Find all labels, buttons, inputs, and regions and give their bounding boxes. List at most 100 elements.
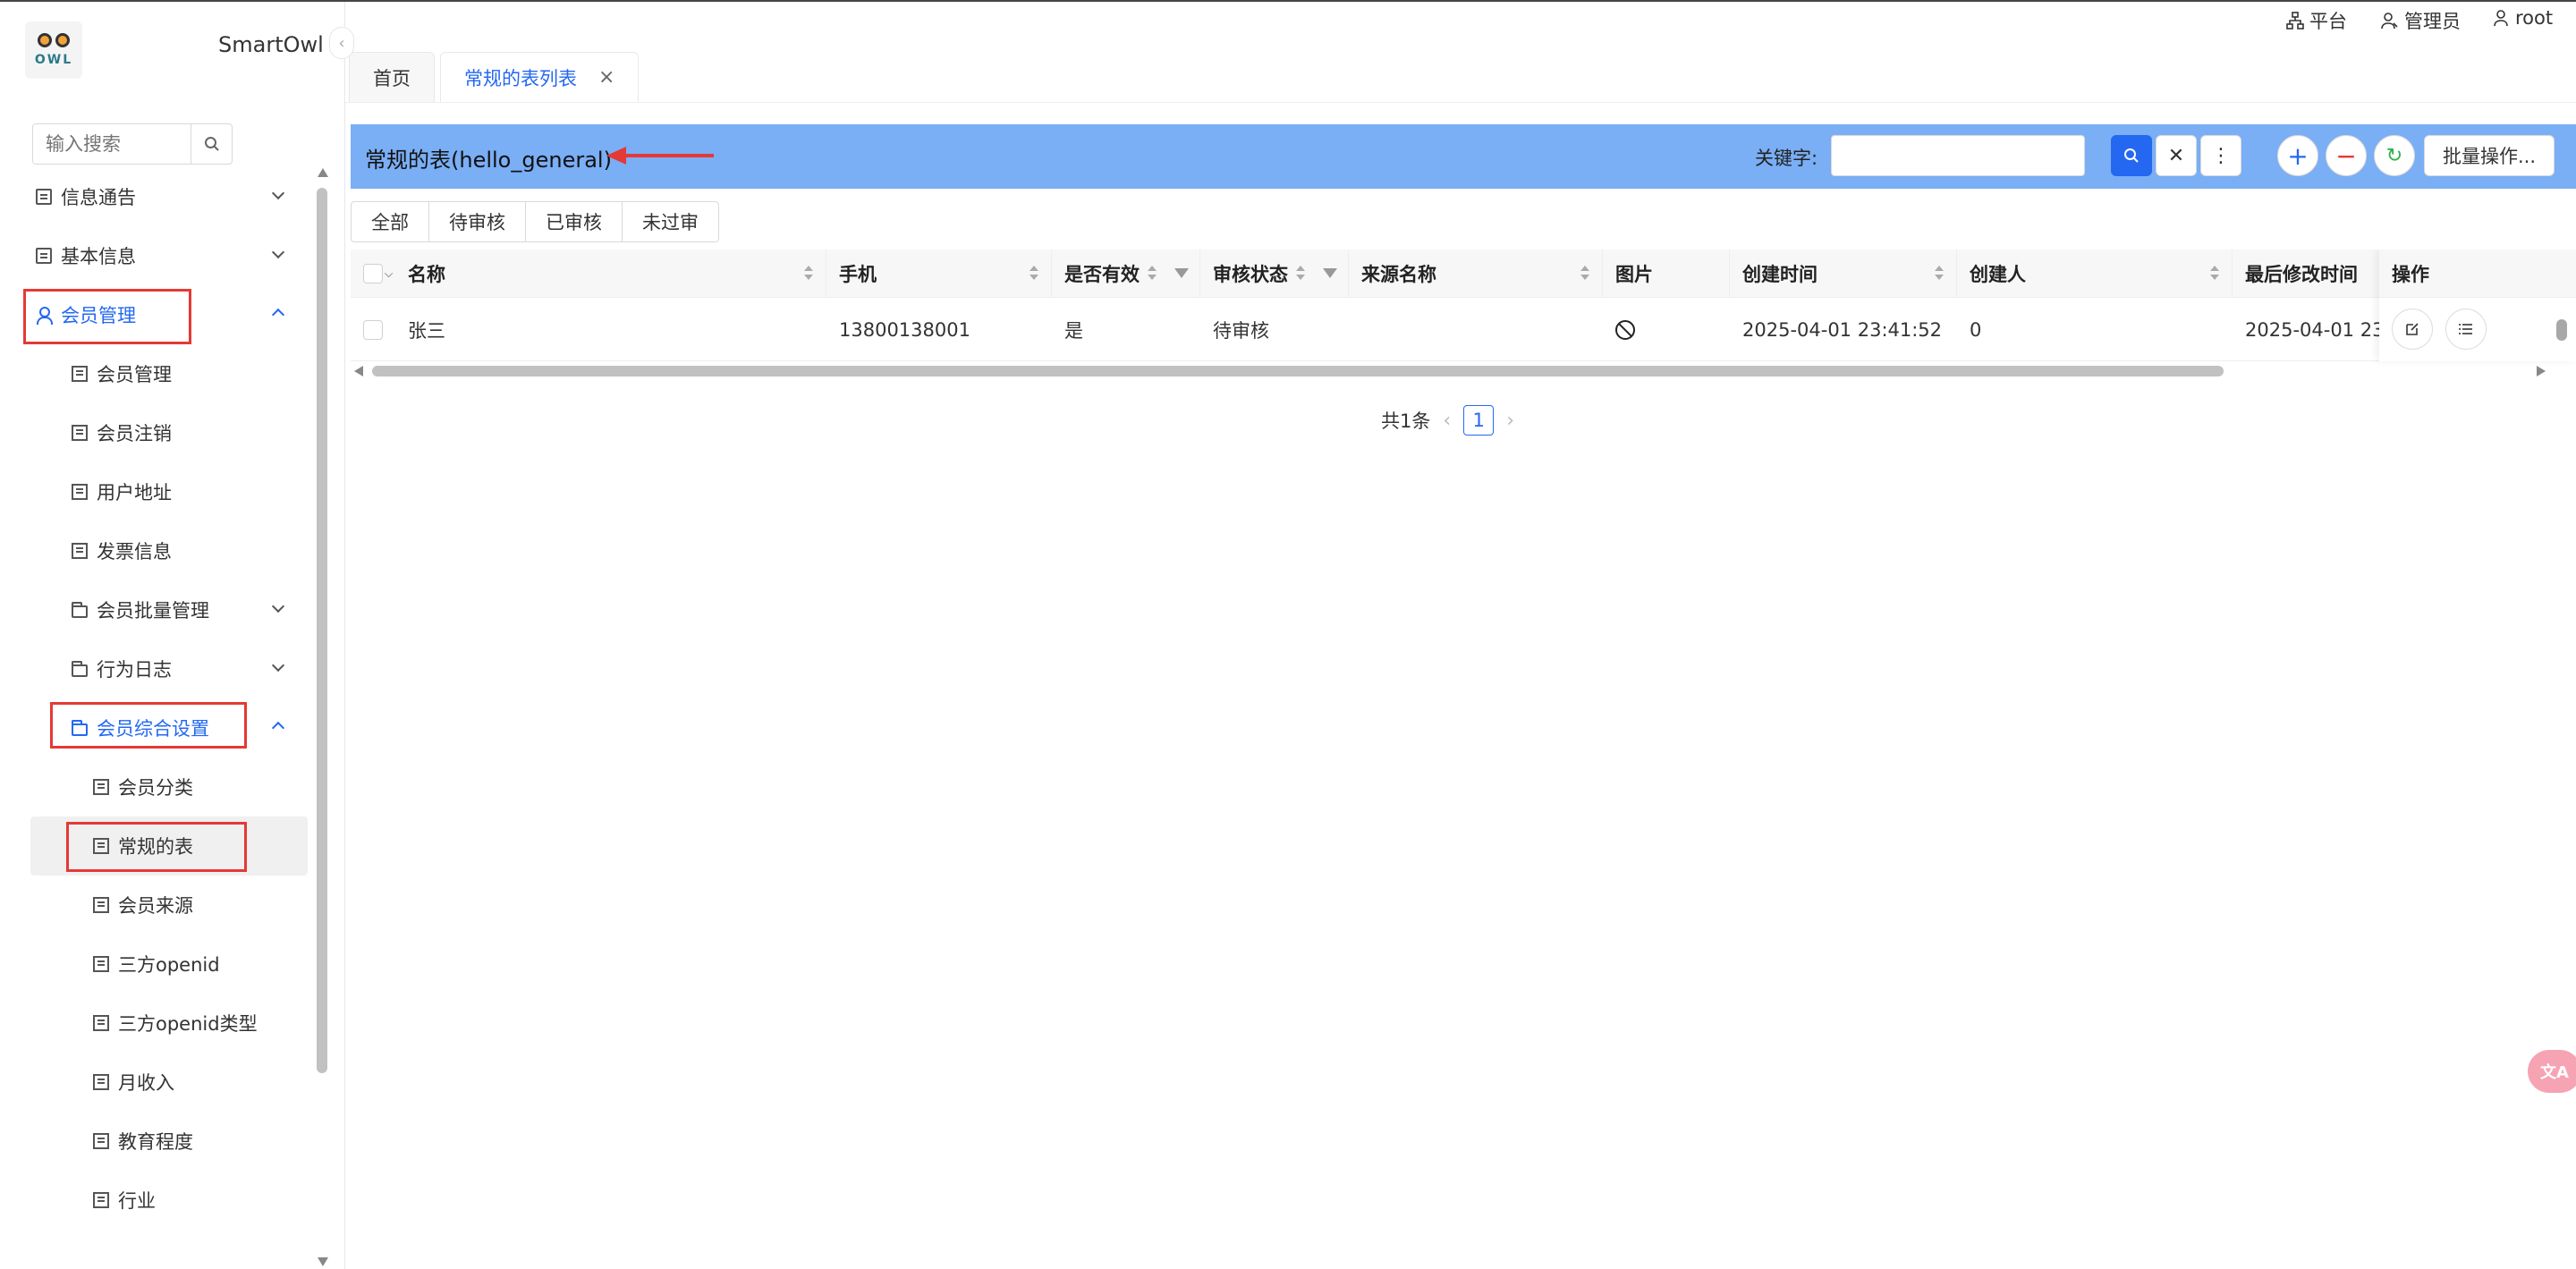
- refresh-icon: ↻: [2385, 144, 2403, 167]
- sidebar-item-label: 信息通告: [61, 187, 136, 208]
- sort-icon[interactable]: [2210, 266, 2219, 282]
- scroll-down-icon[interactable]: [318, 1257, 328, 1266]
- sidebar-item-label: 会员管理: [97, 364, 172, 385]
- sidebar-item-monthly-income[interactable]: 月收入: [0, 1053, 313, 1112]
- keyword-input[interactable]: [1831, 135, 2085, 176]
- edit-icon: [2406, 323, 2419, 335]
- filter-tab-rejected[interactable]: 未过审: [622, 201, 719, 242]
- column-header-source[interactable]: 来源名称: [1349, 250, 1603, 298]
- more-options-button[interactable]: ⋮: [2200, 135, 2241, 176]
- scrollbar-thumb[interactable]: [2556, 319, 2567, 341]
- sidebar-item-label: 教育程度: [118, 1131, 193, 1153]
- sidebar-item-education[interactable]: 教育程度: [0, 1112, 313, 1171]
- table-horizontal-scrollbar[interactable]: [351, 362, 2549, 378]
- filter-icon[interactable]: [1323, 268, 1337, 278]
- sidebar-item-member-management[interactable]: 会员管理: [0, 285, 313, 344]
- sidebar-item-member-category[interactable]: 会员分类: [0, 757, 313, 816]
- column-header-created[interactable]: 创建时间: [1730, 250, 1957, 298]
- sidebar-item-member-batch[interactable]: 会员批量管理: [0, 580, 313, 639]
- scroll-up-icon[interactable]: [318, 168, 328, 177]
- pagination: 共1条 ‹ 1 ›: [1381, 405, 1514, 436]
- list-actions-button[interactable]: [2445, 309, 2487, 350]
- highlight-box: [66, 822, 247, 872]
- close-icon[interactable]: ×: [598, 66, 614, 89]
- sort-icon[interactable]: [1935, 266, 1944, 282]
- sidebar-item-general-table[interactable]: 常规的表: [30, 816, 308, 876]
- search-button[interactable]: [2111, 135, 2152, 176]
- sidebar-item-user-address[interactable]: 用户地址: [0, 462, 313, 521]
- sidebar-item-industry[interactable]: 行业: [0, 1171, 313, 1230]
- sidebar-item-invoice[interactable]: 发票信息: [0, 521, 313, 580]
- batch-operations-button[interactable]: 批量操作...: [2424, 135, 2555, 176]
- chevron-down-icon[interactable]: ⌵: [385, 267, 393, 281]
- filter-icon[interactable]: [1174, 268, 1189, 278]
- page-number[interactable]: 1: [1463, 405, 1495, 436]
- sidebar-item-member-settings[interactable]: 会员综合设置: [0, 698, 313, 757]
- sidebar-scrollbar[interactable]: [317, 168, 328, 1268]
- refresh-button[interactable]: ↻: [2374, 135, 2415, 176]
- platform-link[interactable]: 平台: [2286, 7, 2347, 34]
- sort-icon[interactable]: [1030, 266, 1038, 282]
- sidebar-item-member-source[interactable]: 会员来源: [0, 876, 313, 935]
- user-menu[interactable]: root: [2492, 7, 2553, 29]
- clear-button[interactable]: ✕: [2156, 135, 2197, 176]
- sort-icon[interactable]: [1296, 266, 1305, 282]
- sidebar-item-member-manage[interactable]: 会员管理: [0, 344, 313, 403]
- column-header-status[interactable]: 审核状态: [1200, 250, 1349, 298]
- sidebar-item-openid-type[interactable]: 三方openid类型: [0, 994, 313, 1053]
- select-all-checkbox[interactable]: [363, 264, 383, 283]
- user-icon: [2494, 10, 2508, 27]
- page-icon: [72, 366, 88, 382]
- table-row[interactable]: 张三 13800138001 是 待审核 2025-04-01 23:41:52…: [351, 299, 2576, 361]
- table-vertical-scrollbar[interactable]: [2555, 301, 2569, 360]
- scrollbar-thumb[interactable]: [372, 366, 2224, 376]
- tab-general-table-list[interactable]: 常规的表列表 ×: [440, 52, 640, 102]
- column-header-valid[interactable]: 是否有效: [1052, 250, 1200, 298]
- sidebar-item-behavior-log[interactable]: 行为日志: [0, 639, 313, 698]
- sidebar-search-input[interactable]: [33, 124, 191, 164]
- folder-icon: [72, 602, 88, 618]
- cell-status: 待审核: [1213, 320, 1269, 342]
- minus-icon: −: [2335, 140, 2357, 171]
- sidebar: OWL SmartOwl 信息通告 基本信息 会员管理: [0, 2, 345, 1269]
- filter-tab-all[interactable]: 全部: [351, 201, 429, 242]
- admin-link[interactable]: 管理员: [2381, 7, 2461, 34]
- prev-page-icon[interactable]: ‹: [1443, 410, 1451, 432]
- sidebar-item-member-cancel[interactable]: 会员注销: [0, 403, 313, 462]
- column-header-phone[interactable]: 手机: [826, 250, 1052, 298]
- next-page-icon[interactable]: ›: [1506, 410, 1514, 432]
- column-header-creator[interactable]: 创建人: [1957, 250, 2233, 298]
- page-icon: [93, 897, 109, 913]
- translate-button[interactable]: 文A: [2528, 1050, 2576, 1093]
- search-icon[interactable]: [191, 124, 232, 164]
- column-header-name[interactable]: 名称: [395, 250, 826, 298]
- select-all-cell: ⌵: [351, 250, 399, 298]
- row-checkbox[interactable]: [363, 320, 383, 340]
- admin-label: 管理员: [2404, 11, 2461, 32]
- add-button[interactable]: +: [2277, 135, 2318, 176]
- tab-label: 首页: [373, 67, 411, 89]
- filter-tab-approved[interactable]: 已审核: [525, 201, 623, 242]
- app-title: SmartOwl: [218, 32, 324, 57]
- close-icon: ✕: [2167, 144, 2185, 167]
- tab-home[interactable]: 首页: [349, 52, 435, 102]
- sidebar-item-openid[interactable]: 三方openid: [0, 935, 313, 994]
- delete-button[interactable]: −: [2326, 135, 2367, 176]
- scrollbar-thumb[interactable]: [317, 188, 327, 1073]
- folder-icon: [72, 661, 88, 677]
- table-icon: [36, 248, 52, 264]
- sort-icon[interactable]: [1580, 266, 1589, 282]
- sidebar-item-label: 三方openid类型: [118, 1013, 258, 1035]
- sort-icon[interactable]: [1148, 266, 1157, 282]
- scroll-left-icon[interactable]: [354, 366, 363, 376]
- edit-button[interactable]: [2392, 309, 2433, 350]
- scroll-right-icon[interactable]: [2537, 366, 2546, 376]
- sort-icon[interactable]: [804, 266, 813, 282]
- no-image-icon: [1615, 320, 1635, 340]
- top-bar: 平台 管理员 root: [345, 2, 2576, 43]
- filter-tab-pending[interactable]: 待审核: [428, 201, 526, 242]
- sidebar-item-basic-info[interactable]: 基本信息: [0, 226, 313, 285]
- cell-name: 张三: [408, 320, 445, 342]
- sidebar-item-notices[interactable]: 信息通告: [0, 167, 313, 226]
- collapse-sidebar-button[interactable]: ‹: [329, 27, 354, 59]
